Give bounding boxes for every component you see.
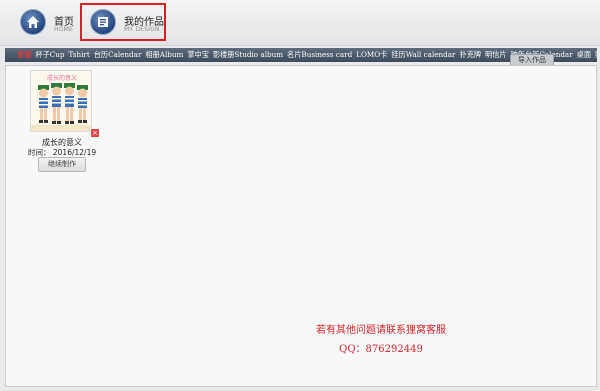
category-album[interactable]: 相册Album — [143, 48, 185, 62]
category-desktop[interactable]: 桌面 — [575, 48, 593, 62]
category-business-card[interactable]: 名片Business card — [285, 48, 354, 62]
nav-my-design[interactable]: 我的作品 MY DESIGN — [80, 3, 166, 41]
category-bar: 全部 杯子Cup Tshirt 台历Calendar 相册Album 掌中宝 影楼册Stud… — [5, 48, 597, 62]
category-tshirt[interactable]: Tshirt — [67, 48, 92, 62]
category-photo[interactable]: 照片 — [593, 48, 597, 62]
category-desk-calendar[interactable]: 台历Calendar — [92, 48, 144, 62]
nav-home-sublabel: HOME — [54, 26, 74, 33]
category-studio-album[interactable]: 影楼册Studio album — [211, 48, 285, 62]
category-poker[interactable]: 扑克牌 — [457, 48, 483, 62]
nav-my-design-sublabel: MY DESIGN — [124, 26, 160, 33]
book-icon — [90, 9, 116, 35]
nav-home[interactable]: 首页 HOME — [14, 4, 76, 42]
top-navigation: 首页 HOME 我的作品 MY DESIGN — [0, 0, 600, 46]
thumb-caption: 成长的意义 — [47, 74, 77, 82]
help-text: 若有其他问题请联系狸窝客服 — [316, 325, 446, 336]
category-all[interactable]: 全部 — [5, 48, 33, 62]
help-qq: QQ：876292449 — [339, 344, 423, 355]
work-time-value: 2016/12/19 — [52, 148, 97, 157]
house-icon — [20, 9, 46, 35]
work-thumbnail[interactable]: 成长的意义 — [30, 70, 92, 132]
category-pocket-book[interactable]: 掌中宝 — [185, 48, 211, 62]
category-lomo-card[interactable]: LOMO卡 — [354, 48, 389, 62]
category-wall-calendar[interactable]: 挂历Wall calendar — [389, 48, 457, 62]
category-cup[interactable]: 杯子Cup — [33, 48, 66, 62]
works-panel: 成长的意义 × 成长的意义 时间： 2016/12/19 继续制作 若有其他问题… — [5, 65, 597, 387]
continue-editing-button[interactable]: 继续制作 — [38, 157, 86, 172]
category-postcard[interactable]: 明信片 — [483, 48, 509, 62]
work-time-label: 时间： — [28, 148, 51, 157]
